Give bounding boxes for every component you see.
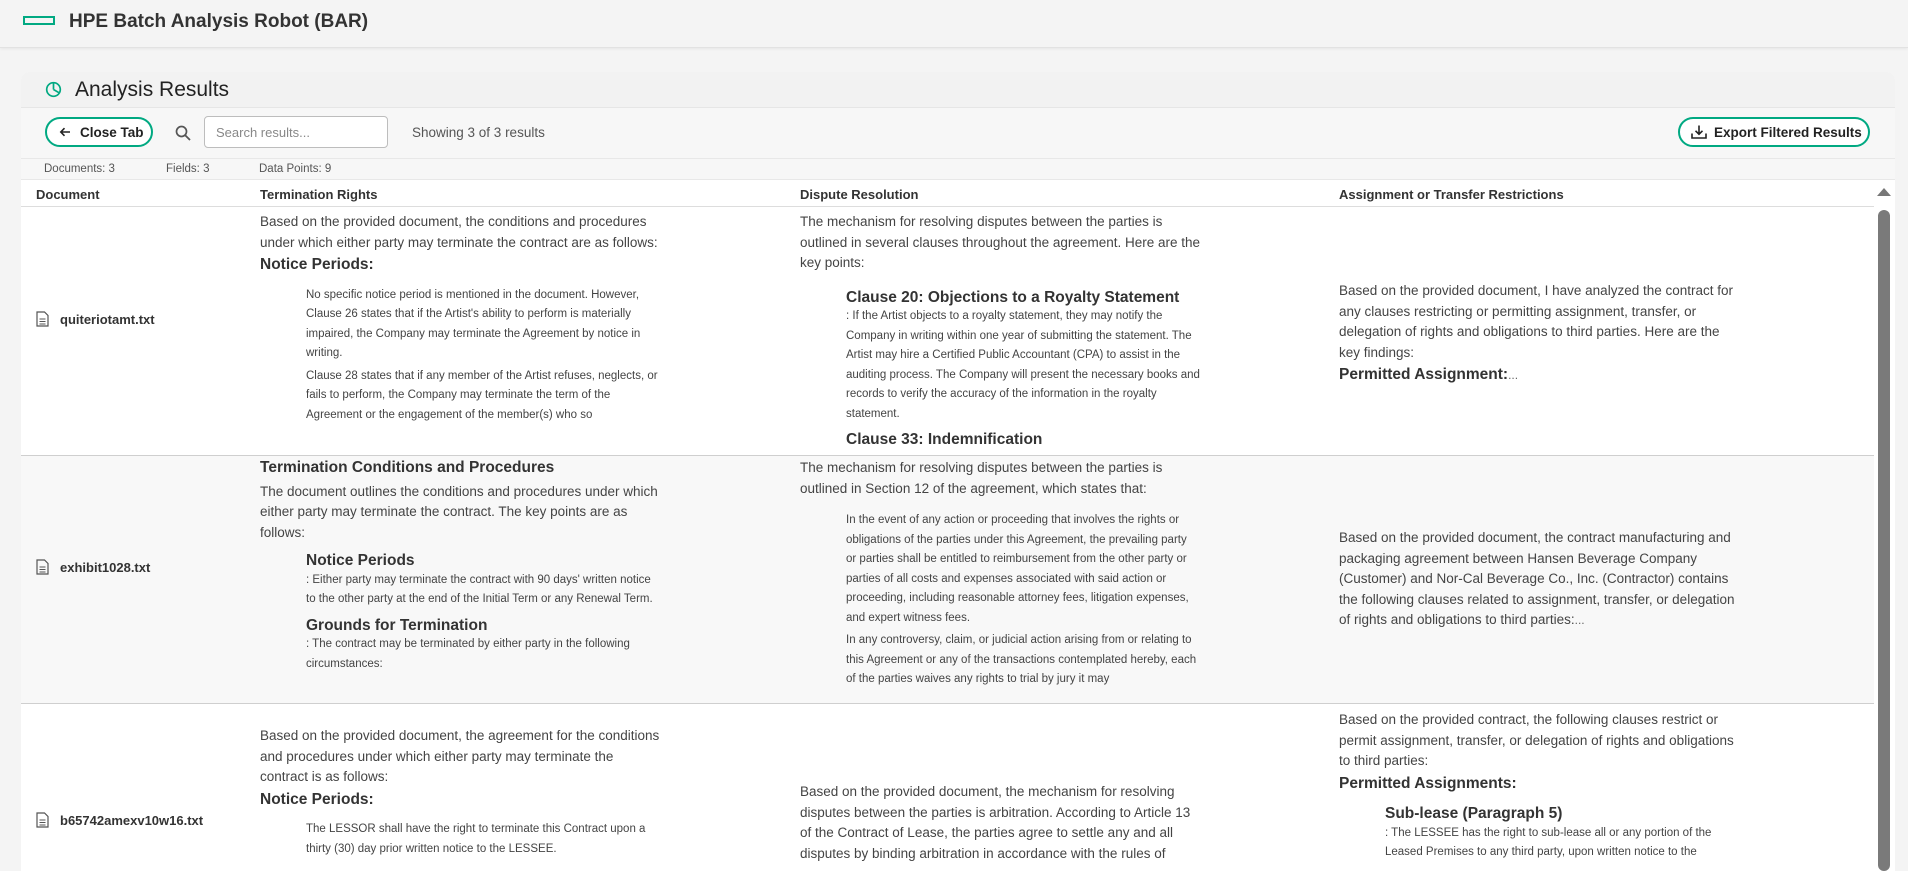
cell-intro: Based on the provided document, the agre… (260, 728, 660, 784)
table-row[interactable]: quiteriotamt.txt Based on the provided d… (21, 208, 1874, 456)
column-header-dispute-resolution: Dispute Resolution (800, 187, 919, 202)
column-header-document: Document (36, 187, 100, 202)
document-icon (36, 812, 49, 828)
intro-text: Based on the provided document, the cont… (1339, 530, 1735, 627)
cell-heading: Notice Periods (306, 552, 415, 569)
truncation-ellipsis: ... (1508, 368, 1519, 382)
cell-heading: Termination Conditions and Procedures (260, 459, 555, 476)
export-filtered-results-button[interactable]: Export Filtered Results (1678, 117, 1870, 147)
cell-paragraph: In the event of any action or proceeding… (846, 514, 1189, 624)
cell-heading: Clause 20: Objections to a Royalty State… (846, 288, 1180, 306)
cell-intro: Based on the provided document, the cont… (1339, 528, 1739, 631)
app-header: HPE Batch Analysis Robot (BAR) (0, 0, 1908, 48)
scrollbar-thumb[interactable] (1878, 210, 1890, 871)
cell-subsection: Notice Periods : Either party may termin… (260, 551, 660, 674)
cell-heading: Notice Periods: (260, 790, 374, 808)
pie-chart-icon (45, 81, 62, 98)
search-input[interactable] (204, 116, 388, 148)
close-tab-label: Close Tab (80, 124, 144, 140)
cell-intro: Based on the provided contract, the foll… (1339, 712, 1734, 768)
download-icon (1691, 125, 1707, 139)
panel-title: Analysis Results (75, 78, 230, 101)
document-name: exhibit1028.txt (60, 559, 151, 575)
termination-rights-cell: Based on the provided document, the cond… (260, 212, 660, 428)
column-header-termination-rights: Termination Rights (260, 187, 378, 202)
table-row[interactable]: exhibit1028.txt Termination Conditions a… (21, 456, 1874, 704)
assignment-restrictions-cell: Based on the provided document, the cont… (1339, 528, 1739, 631)
truncation-ellipsis: ... (1574, 613, 1585, 627)
table-row[interactable]: b65742amexv10w16.txt Based on the provid… (21, 704, 1874, 871)
dispute-resolution-cell: The mechanism for resolving disputes bet… (800, 212, 1200, 450)
arrow-left-icon (59, 127, 70, 137)
close-tab-button[interactable]: Close Tab (45, 117, 153, 147)
dispute-resolution-cell: The mechanism for resolving disputes bet… (800, 458, 1200, 693)
document-cell[interactable]: quiteriotamt.txt (36, 311, 155, 327)
hpe-logo-icon (23, 16, 55, 25)
table-header: Document Termination Rights Dispute Reso… (21, 182, 1874, 207)
cell-heading: Permitted Assignment:... (1339, 365, 1739, 386)
document-name: quiteriotamt.txt (60, 311, 155, 327)
documents-count: Documents: 3 (44, 163, 115, 175)
document-icon (36, 311, 49, 327)
cell-paragraph: : Either party may terminate the contrac… (306, 573, 653, 606)
cell-paragraph: In any controversy, claim, or judicial a… (846, 634, 1197, 685)
document-name: b65742amexv10w16.txt (60, 812, 204, 828)
cell-heading: Notice Periods: (260, 256, 374, 273)
analysis-results-panel: Analysis Results Close Tab Showing 3 of … (21, 72, 1895, 871)
table-scrollbar[interactable] (1874, 182, 1895, 871)
results-count: Showing 3 of 3 results (412, 125, 545, 140)
panel-header: Analysis Results (21, 72, 1895, 108)
document-icon (36, 559, 49, 575)
cell-intro: Based on the provided document, the cond… (260, 214, 658, 250)
stats-bar: Documents: 3 Fields: 3 Data Points: 9 (21, 158, 1895, 180)
fields-count: Fields: 3 (166, 163, 210, 175)
scroll-up-arrow-icon[interactable] (1877, 188, 1891, 196)
cell-heading: Permitted Assignments: (1339, 774, 1517, 792)
cell-subsection: Sub-lease (Paragraph 5) : The LESSEE has… (1339, 804, 1739, 863)
cell-subsection: No specific notice period is mentioned i… (260, 286, 660, 426)
cell-paragraph: : If the Artist objects to a royalty sta… (846, 310, 1200, 420)
app-title: HPE Batch Analysis Robot (BAR) (69, 11, 369, 32)
cell-paragraph: No specific notice period is mentioned i… (306, 288, 641, 360)
export-label: Export Filtered Results (1714, 124, 1862, 140)
cell-intro: The document outlines the conditions and… (260, 483, 658, 540)
assignment-restrictions-cell: Based on the provided contract, the foll… (1339, 710, 1739, 866)
cell-paragraph: Clause 28 states that if any member of t… (306, 369, 658, 421)
cell-subsection: In the event of any action or proceeding… (800, 511, 1200, 690)
cell-subsection: The LESSOR shall have the right to termi… (260, 820, 660, 859)
cell-subsection: Clause 20: Objections to a Royalty State… (800, 288, 1200, 450)
termination-rights-cell: Termination Conditions and Procedures Th… (260, 458, 660, 677)
heading-text: Permitted Assignment: (1339, 366, 1509, 383)
cell-paragraph: : The LESSEE has the right to sub-lease … (1385, 826, 1712, 859)
termination-rights-cell: Based on the provided document, the agre… (260, 726, 660, 862)
document-cell[interactable]: exhibit1028.txt (36, 559, 150, 575)
cell-intro: Based on the provided document, I have a… (1339, 283, 1733, 360)
search-icon (175, 125, 191, 141)
cell-paragraph: The LESSOR shall have the right to termi… (306, 823, 646, 855)
cell-paragraph: : The contract may be terminated by eith… (306, 638, 630, 670)
cell-heading: Sub-lease (Paragraph 5) (1385, 805, 1563, 822)
dispute-resolution-cell: Based on the provided document, the mech… (800, 782, 1200, 864)
data-points-count: Data Points: 9 (259, 163, 332, 175)
column-header-assignment-restrictions: Assignment or Transfer Restrictions (1339, 187, 1564, 202)
cell-intro: The mechanism for resolving disputes bet… (800, 460, 1163, 496)
cell-intro: Based on the provided document, the mech… (800, 784, 1191, 861)
toolbar: Close Tab Showing 3 of 3 results Export … (21, 108, 1895, 158)
cell-heading: Clause 33: Indemnification (846, 431, 1043, 448)
cell-heading: Grounds for Termination (306, 616, 488, 634)
document-cell[interactable]: b65742amexv10w16.txt (36, 812, 203, 828)
assignment-restrictions-cell: Based on the provided document, I have a… (1339, 281, 1739, 389)
cell-intro: The mechanism for resolving disputes bet… (800, 214, 1200, 270)
